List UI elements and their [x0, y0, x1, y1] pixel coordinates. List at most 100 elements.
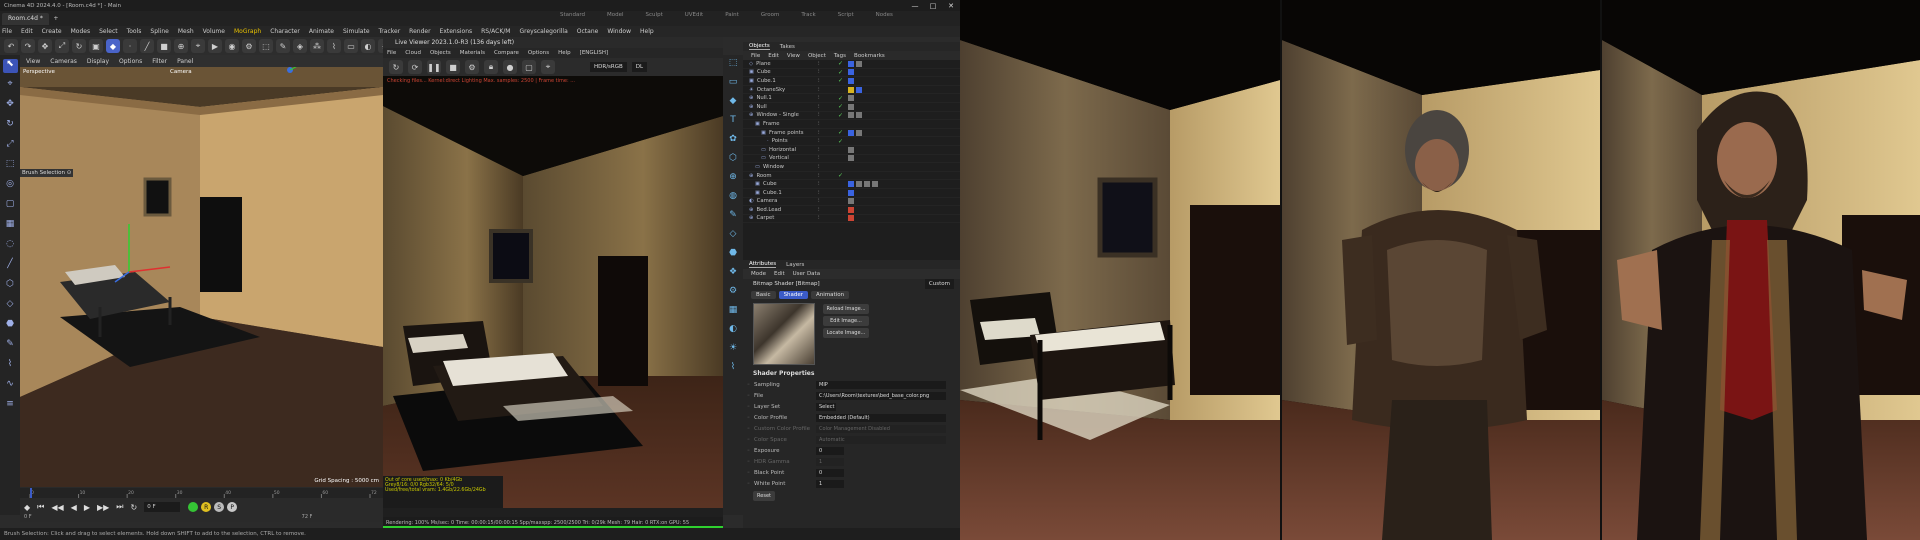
object-row[interactable]: ▭ Horizontal ⁝: [743, 146, 960, 155]
pick-icon[interactable]: ⌖: [541, 60, 555, 74]
object-row[interactable]: ⊕ Null ⁝ ✓: [743, 103, 960, 112]
object-name[interactable]: Plane: [756, 61, 771, 67]
tag-icon[interactable]: [848, 103, 854, 110]
object-row[interactable]: ▣ Cube ⁝: [743, 180, 960, 189]
rotate-icon[interactable]: ↻: [72, 39, 86, 53]
layout-model[interactable]: Model: [607, 12, 624, 18]
object-row[interactable]: ▭ Vertical ⁝: [743, 155, 960, 164]
object-name[interactable]: Camera: [757, 198, 778, 204]
enabled-check-icon[interactable]: ✓: [838, 69, 848, 76]
visibility-flags-icon[interactable]: ⁝: [818, 104, 838, 110]
live-viewer-menu-0[interactable]: File: [387, 50, 396, 56]
visibility-flags-icon[interactable]: ⁝: [818, 78, 838, 84]
record-2-icon[interactable]: S: [214, 502, 225, 512]
camera-label[interactable]: Camera: [170, 69, 192, 75]
object-name[interactable]: Room: [756, 173, 771, 179]
object-row[interactable]: ◇ Plane ⁝ ✓: [743, 60, 960, 69]
visibility-flags-icon[interactable]: ⁝: [818, 190, 838, 196]
keyframe-dot-icon[interactable]: ◦: [747, 481, 754, 487]
tag-icon[interactable]: [864, 181, 870, 188]
tab-takes[interactable]: Takes: [780, 44, 795, 50]
enabled-check-icon[interactable]: ✓: [838, 138, 848, 145]
pen-icon[interactable]: ✎: [276, 39, 290, 53]
locate-image-button[interactable]: Locate Image...: [823, 328, 869, 338]
cloner-icon[interactable]: ⁂: [310, 39, 324, 53]
keyframe-dot-icon[interactable]: ◦: [747, 448, 754, 454]
enabled-check-icon[interactable]: ✓: [838, 112, 848, 119]
cube-icon[interactable]: ⬚: [259, 39, 273, 53]
attribute-menu-mode[interactable]: Mode: [751, 271, 766, 277]
menu-window[interactable]: Window: [607, 28, 631, 35]
polygons-icon[interactable]: ■: [157, 39, 171, 53]
tag-icon[interactable]: [848, 60, 854, 67]
minimize-button[interactable]: —: [906, 2, 924, 10]
layout-sculpt[interactable]: Sculpt: [646, 12, 663, 18]
object-name[interactable]: Bed.Lead: [756, 207, 781, 213]
live-viewer-menu-5[interactable]: Options: [528, 50, 549, 56]
menu-simulate[interactable]: Simulate: [343, 28, 370, 35]
menu-help[interactable]: Help: [640, 28, 654, 35]
render-icon[interactable]: ◉: [225, 39, 239, 53]
viewport-menu-filter[interactable]: Filter: [152, 58, 167, 65]
object-name[interactable]: Cube.1: [757, 78, 776, 84]
object-menu-file[interactable]: File: [751, 53, 760, 59]
subtab-shader[interactable]: Shader: [778, 290, 809, 299]
live-viewer-menu-4[interactable]: Compare: [494, 50, 519, 56]
menu-render[interactable]: Render: [409, 28, 430, 35]
object-menu-tags[interactable]: Tags: [834, 53, 846, 59]
object-name[interactable]: Frame: [763, 121, 780, 127]
object-name[interactable]: Frame points: [769, 130, 803, 136]
visibility-flags-icon[interactable]: ⁝: [818, 155, 838, 161]
range-end[interactable]: 72 F: [302, 514, 313, 520]
visibility-flags-icon[interactable]: ⁝: [818, 147, 838, 153]
menu-tracker[interactable]: Tracker: [379, 28, 401, 35]
left-tool-16-icon[interactable]: ∿: [3, 379, 18, 393]
object-name[interactable]: Cube: [757, 69, 771, 75]
menu-mesh[interactable]: Mesh: [178, 28, 194, 35]
property-value[interactable]: Embedded (Default): [816, 413, 946, 422]
enabled-check-icon[interactable]: ✓: [838, 103, 848, 110]
object-mode-icon[interactable]: ◆: [106, 39, 120, 53]
perspective-viewport[interactable]: Perspective Camera Brush Selection ⊙ Gri…: [20, 67, 383, 487]
object-row[interactable]: ◐ Camera ⁝: [743, 198, 960, 207]
layout-track[interactable]: Track: [801, 12, 815, 18]
right-tool-11-icon[interactable]: ❖: [726, 267, 740, 281]
tag-icon[interactable]: [856, 86, 862, 93]
left-tool-14-icon[interactable]: ✎: [3, 339, 18, 353]
menu-modes[interactable]: Modes: [71, 28, 90, 35]
viewport-menu-panel[interactable]: Panel: [177, 58, 193, 65]
record-1-icon[interactable]: R: [201, 502, 212, 512]
tab-layers[interactable]: Layers: [786, 262, 804, 268]
right-tool-12-icon[interactable]: ⚙: [726, 286, 740, 300]
tag-icon[interactable]: [872, 181, 878, 188]
keyframe-dot-icon[interactable]: ◦: [747, 404, 754, 410]
previous-key-icon[interactable]: ◀◀: [51, 503, 63, 512]
object-name[interactable]: Carpet: [756, 215, 774, 221]
menu-character[interactable]: Character: [270, 28, 300, 35]
right-tool-7-icon[interactable]: ◍: [726, 191, 740, 205]
property-value[interactable]: 0: [816, 468, 844, 477]
tag-icon[interactable]: [848, 95, 854, 102]
object-name[interactable]: Window: [763, 164, 784, 170]
menu-rs-ack-m[interactable]: RS/ACK/M: [481, 28, 510, 35]
object-row[interactable]: ▣ Frame ⁝: [743, 120, 960, 129]
deformer-icon[interactable]: ⌇: [327, 39, 341, 53]
left-tool-9-icon[interactable]: ◌: [3, 239, 18, 253]
menu-tools[interactable]: Tools: [127, 28, 142, 35]
settings-icon[interactable]: ⚙: [465, 60, 479, 74]
visibility-flags-icon[interactable]: ⁝: [818, 69, 838, 75]
visibility-flags-icon[interactable]: ⁝: [818, 112, 838, 118]
object-name[interactable]: Window - Single: [756, 112, 798, 118]
kernel-select[interactable]: DL: [631, 62, 648, 72]
reload-image-button[interactable]: Reload Image...: [823, 304, 869, 314]
property-value[interactable]: 0: [816, 446, 844, 455]
object-menu-view[interactable]: View: [787, 53, 800, 59]
right-tool-4-icon[interactable]: ✿: [726, 134, 740, 148]
menu-extensions[interactable]: Extensions: [440, 28, 473, 35]
left-tool-7-icon[interactable]: ▢: [3, 199, 18, 213]
left-tool-10-icon[interactable]: ╱: [3, 259, 18, 273]
menu-select[interactable]: Select: [99, 28, 118, 35]
right-tool-0-icon[interactable]: ⬚: [726, 58, 740, 72]
object-menu-edit[interactable]: Edit: [768, 53, 779, 59]
object-row[interactable]: ⊕ Room ⁝ ✓: [743, 172, 960, 181]
